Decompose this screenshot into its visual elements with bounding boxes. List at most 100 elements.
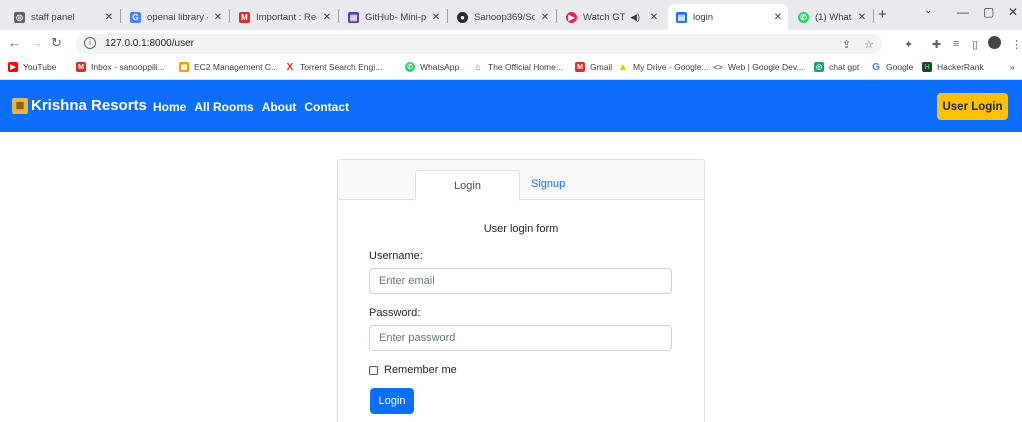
drive-icon: ▲ — [618, 61, 628, 73]
staff-panel-icon: ◎ — [14, 11, 25, 23]
browser-tab-active[interactable]: ▤ login ✕ — [668, 4, 788, 30]
address-bar[interactable] — [76, 34, 882, 54]
bookmark-item[interactable]: M Inbox - sanooppili... — [76, 62, 165, 72]
google-icon: G — [130, 11, 141, 23]
nav-links: Home All Rooms About Contact — [153, 100, 349, 114]
puzzle-icon[interactable]: ✚ — [932, 38, 941, 51]
tab-title: staff panel — [31, 11, 75, 23]
email-field[interactable]: Enter email — [369, 268, 672, 294]
browser-tab[interactable]: ◎ staff panel ✕ — [6, 4, 119, 30]
close-icon[interactable]: ✕ — [539, 12, 551, 23]
nav-link-contact[interactable]: Contact — [304, 100, 349, 114]
browser-tab[interactable]: ▤ GitHub- Mini-proj ✕ — [340, 4, 446, 30]
github-icon: ● — [457, 11, 468, 23]
tab-divider — [873, 9, 874, 23]
site-navbar: ▦ Krishna Resorts Home All Rooms About C… — [0, 80, 1022, 132]
browser-tab[interactable]: M Important : Regar ✕ — [231, 4, 337, 30]
minimize-icon[interactable]: — — [957, 5, 969, 19]
tab-title: openai library - G — [147, 11, 208, 23]
bookmark-item[interactable]: <> Web | Google Dev... — [713, 62, 804, 72]
remember-label: Remember me — [384, 364, 457, 376]
bookmark-item[interactable]: H HackerRank — [922, 62, 984, 72]
window-close-icon[interactable]: ✕ — [1008, 5, 1018, 19]
tab-title: Watch GT vs — [583, 11, 626, 23]
menu-icon[interactable]: ⋮ — [1011, 38, 1022, 51]
bookmark-item[interactable]: ▶ YouTube — [8, 62, 56, 72]
bookmark-item[interactable]: ◎ chat gpt — [814, 62, 859, 72]
github-page-icon: ▤ — [348, 11, 359, 23]
bookmark-label: Web | Google Dev... — [728, 62, 804, 72]
whatsapp-icon: ✆ — [405, 62, 415, 72]
bookmark-item[interactable]: ▲ My Drive - Google... — [618, 61, 709, 73]
reading-list-icon[interactable]: ≡ — [953, 38, 959, 50]
browser-tab[interactable]: G openai library - G ✕ — [122, 4, 228, 30]
bookmark-label: WhatsApp — [420, 62, 460, 72]
tab-divider — [229, 9, 230, 23]
tab-search-icon[interactable]: ⌄ — [924, 5, 932, 16]
brand[interactable]: ▦ Krishna Resorts — [12, 97, 147, 114]
tab-title: login — [693, 11, 714, 23]
tab-title: Sanoop369/Soluti — [474, 11, 535, 23]
share-icon[interactable]: ⇪ — [842, 38, 851, 51]
tab-login[interactable]: Login — [415, 170, 520, 201]
nav-link-home[interactable]: Home — [153, 100, 186, 114]
audio-icon[interactable]: ◀) — [630, 12, 640, 23]
new-tab-button[interactable]: + — [878, 6, 887, 23]
url-text[interactable]: 127.0.0.1:8000/user — [105, 38, 194, 49]
tab-title: Important : Regar — [256, 11, 317, 23]
username-label: Username: — [369, 250, 423, 262]
remember-checkbox[interactable] — [369, 365, 378, 375]
restore-icon[interactable]: ▢ — [983, 5, 994, 19]
close-icon[interactable]: ✕ — [856, 12, 868, 23]
gmail-icon: M — [76, 62, 86, 72]
tab-title: GitHub- Mini-proj — [365, 11, 426, 23]
bookmark-item[interactable]: ▦ EC2 Management C... — [179, 62, 278, 72]
avatar[interactable] — [988, 36, 1001, 49]
bookmark-label: chat gpt — [829, 62, 860, 72]
close-icon[interactable]: ✕ — [103, 12, 115, 23]
bookmark-item[interactable]: ✆ WhatsApp — [405, 62, 459, 72]
bookmark-label: The Official Home... — [488, 62, 563, 72]
nav-link-all-rooms[interactable]: All Rooms — [194, 100, 253, 114]
close-icon[interactable]: ✕ — [212, 12, 224, 23]
browser-tab[interactable]: ● Sanoop369/Soluti ✕ — [449, 4, 555, 30]
forward-icon[interactable]: → — [30, 35, 43, 50]
torrent-icon: X — [285, 61, 295, 73]
youtube-icon: ▶ — [8, 62, 18, 72]
bookmark-item[interactable]: M Gmail — [575, 62, 612, 72]
gmail-icon: M — [575, 62, 585, 72]
password-field[interactable]: Enter password — [369, 325, 672, 351]
whatsapp-icon: ✆ — [798, 11, 809, 23]
bookmark-label: My Drive - Google... — [633, 62, 709, 72]
side-panel-icon[interactable]: ▯ — [972, 38, 978, 51]
bookmark-label: HackerRank — [937, 62, 984, 72]
user-login-button[interactable]: User Login — [937, 93, 1008, 120]
back-icon[interactable]: ← — [8, 35, 21, 50]
remember-me[interactable]: Remember me — [369, 364, 457, 376]
bookmark-label: YouTube — [23, 62, 57, 72]
reload-icon[interactable]: ↻ — [51, 35, 62, 51]
nav-link-about[interactable]: About — [262, 100, 297, 114]
close-icon[interactable]: ✕ — [321, 12, 333, 23]
bookmark-label: Inbox - sanooppili... — [91, 62, 165, 72]
bookmarks-overflow-icon[interactable]: » — [1010, 62, 1015, 72]
site-info-icon[interactable]: i — [84, 37, 96, 49]
bookmark-star-icon[interactable]: ☆ — [864, 38, 874, 51]
close-icon[interactable]: ✕ — [430, 12, 442, 23]
extension-icon[interactable]: ✦ — [904, 38, 913, 51]
tab-signup[interactable]: Signup — [531, 178, 565, 190]
browser-tab[interactable]: ✆ (1) WhatsApp ✕ — [790, 4, 872, 30]
bookmark-label: Gmail — [590, 62, 613, 72]
hackerrank-icon: H — [922, 62, 932, 72]
bookmark-item[interactable]: ⌂ The Official Home... — [473, 62, 563, 72]
aws-icon: ▦ — [179, 62, 189, 72]
browser-tab[interactable]: ▶ Watch GT vs ◀) ✕ — [558, 4, 664, 30]
form-title: User login form — [483, 223, 559, 235]
bookmark-item[interactable]: X Torrent Search Engi... — [285, 61, 382, 73]
close-icon[interactable]: ✕ — [772, 12, 784, 23]
tab-divider — [447, 9, 448, 23]
password-label: Password: — [369, 307, 421, 319]
login-submit-button[interactable]: Login — [370, 388, 414, 414]
close-icon[interactable]: ✕ — [648, 12, 660, 23]
bookmark-item[interactable]: G Google — [871, 62, 913, 73]
